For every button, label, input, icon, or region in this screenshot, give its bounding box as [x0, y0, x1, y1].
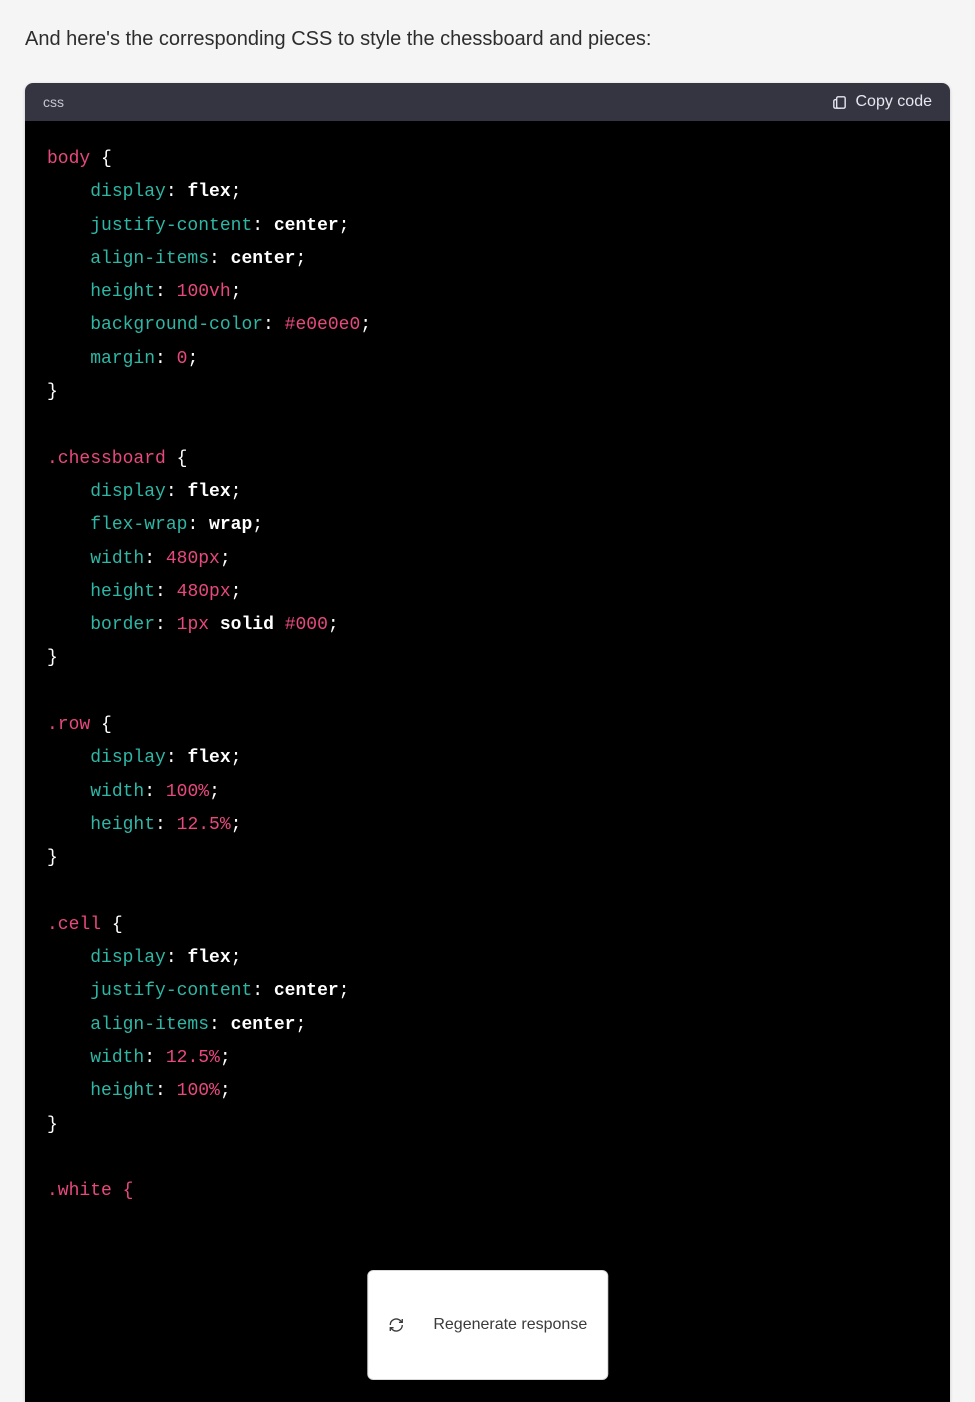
copy-code-button[interactable]: Copy code — [831, 93, 933, 111]
refresh-icon — [388, 1281, 424, 1369]
intro-text: And here's the corresponding CSS to styl… — [25, 25, 950, 53]
code-body[interactable]: body { display: flex; justify-content: c… — [25, 121, 950, 1402]
regenerate-response-button[interactable]: Regenerate response — [367, 1270, 608, 1380]
language-label: css — [43, 94, 64, 110]
copy-code-label: Copy code — [856, 93, 933, 111]
code-text[interactable]: body { display: flex; justify-content: c… — [47, 143, 928, 1209]
regenerate-response-label: Regenerate response — [433, 1316, 587, 1334]
code-block: css Copy code body { display: flex; just… — [25, 83, 950, 1402]
code-block-header: css Copy code — [25, 83, 950, 121]
clipboard-icon — [831, 94, 848, 111]
